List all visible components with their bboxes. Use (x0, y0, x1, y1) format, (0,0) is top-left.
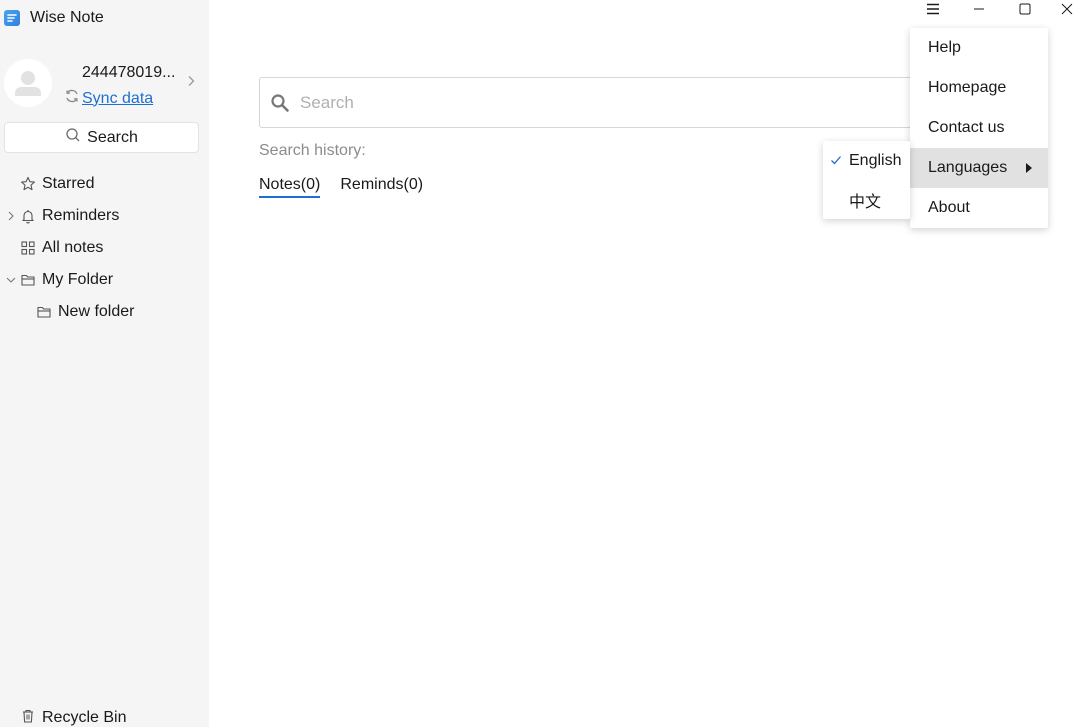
languages-submenu: English 中文 (823, 141, 910, 219)
sync-data-link[interactable]: Sync data (82, 90, 153, 108)
search-input[interactable] (300, 92, 900, 113)
app-title-bar: Wise Note (4, 8, 104, 28)
avatar[interactable] (4, 59, 52, 107)
sidebar-item-label: All notes (42, 239, 104, 256)
sidebar-search-label: Search (87, 128, 138, 146)
menu-item-contact-us[interactable]: Contact us (910, 108, 1048, 148)
menu-item-about[interactable]: About (910, 188, 1048, 228)
user-avatar-icon (15, 71, 41, 96)
tab-notes[interactable]: Notes(0) (259, 176, 321, 198)
language-option-chinese[interactable]: 中文 (823, 180, 910, 219)
bell-icon (20, 208, 36, 224)
user-profile[interactable]: 244478019... Sync data (4, 58, 204, 110)
trash-icon (20, 708, 36, 727)
close-button[interactable] (1048, 0, 1085, 22)
recycle-bin-label: Recycle Bin (42, 709, 127, 726)
sidebar-item-my-folder[interactable]: My Folder (0, 267, 209, 293)
sidebar-item-label: Reminders (42, 207, 120, 224)
maximize-button[interactable] (1002, 0, 1048, 22)
chevron-right-icon[interactable] (187, 74, 195, 92)
language-option-label: English (849, 151, 902, 169)
star-icon (20, 176, 36, 192)
language-option-english[interactable]: English (823, 141, 910, 180)
sidebar-item-all-notes[interactable]: All notes (0, 235, 209, 261)
folder-icon (20, 272, 36, 288)
minimize-button[interactable] (956, 0, 1002, 22)
sidebar-item-label: Starred (42, 175, 95, 192)
hamburger-icon (926, 2, 940, 20)
chevron-down-icon[interactable] (6, 275, 16, 285)
caret-right-icon (1026, 163, 1032, 173)
sidebar-item-label: New folder (58, 303, 135, 320)
sync-icon (64, 88, 80, 109)
menu-item-homepage[interactable]: Homepage (910, 68, 1048, 108)
menu-item-help[interactable]: Help (910, 28, 1048, 68)
main-menu: Help Homepage Contact us Languages About (910, 28, 1048, 228)
close-icon (1061, 2, 1073, 20)
search-icon (65, 127, 81, 148)
sidebar-item-new-folder[interactable]: New folder (0, 299, 209, 325)
sync-data[interactable]: Sync data (64, 88, 153, 109)
sidebar-item-label: My Folder (42, 271, 114, 288)
search-box[interactable] (259, 77, 1019, 128)
grid-icon (20, 240, 36, 256)
language-option-label: 中文 (849, 193, 882, 211)
checkmark-icon (830, 153, 842, 171)
result-tabs: Notes(0) Reminds(0) (259, 176, 443, 198)
sidebar: Wise Note 244478019... Sync data Search … (0, 0, 209, 727)
menu-item-languages[interactable]: Languages (910, 148, 1048, 188)
minimize-icon (973, 2, 985, 20)
folder-icon (36, 304, 52, 320)
app-logo-icon (4, 10, 20, 26)
app-name: Wise Note (30, 9, 104, 26)
chevron-right-icon[interactable] (6, 211, 16, 221)
tab-reminds[interactable]: Reminds(0) (340, 176, 423, 198)
user-name: 244478019... (82, 64, 176, 81)
sidebar-item-starred[interactable]: Starred (0, 171, 209, 197)
maximize-icon (1019, 2, 1031, 20)
app-window: Wise Note 244478019... Sync data Search … (0, 0, 1085, 727)
menu-item-label: Languages (928, 159, 1008, 176)
search-history-label: Search history: (259, 142, 366, 159)
sidebar-item-recycle-bin[interactable]: Recycle Bin (20, 706, 126, 727)
hamburger-menu-button[interactable] (910, 0, 956, 22)
sidebar-item-reminders[interactable]: Reminders (0, 203, 209, 229)
sidebar-search-button[interactable]: Search (4, 122, 199, 153)
search-icon (270, 93, 290, 113)
